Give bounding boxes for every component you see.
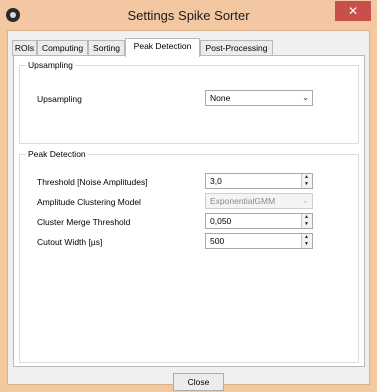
peak-detection-panel: Upsampling Upsampling None ⌄ Peak Detect… <box>13 55 365 367</box>
tab-rois[interactable]: ROIs <box>12 40 37 56</box>
spinner-arrows-icon[interactable]: ▲ ▼ <box>301 234 312 248</box>
chevron-down-icon: ⌄ <box>302 196 309 205</box>
threshold-value: 3,0 <box>210 176 222 186</box>
clustering-model-dropdown[interactable]: ExponentialGMM ⌄ <box>205 193 313 209</box>
spinner-arrows-icon[interactable]: ▲ ▼ <box>301 174 312 188</box>
cutout-width-value: 500 <box>210 236 225 246</box>
tab-peak-detection[interactable]: Peak Detection <box>125 38 200 57</box>
merge-threshold-spinner[interactable]: 0,050 ▲ ▼ <box>205 213 313 229</box>
window-title: Settings Spike Sorter <box>127 8 250 23</box>
upsampling-label: Upsampling <box>37 94 82 104</box>
chevron-down-icon: ⌄ <box>302 93 309 102</box>
cutout-width-label: Cutout Width [µs] <box>37 237 103 247</box>
merge-threshold-value: 0,050 <box>210 216 232 226</box>
threshold-spinner[interactable]: 3,0 ▲ ▼ <box>205 173 313 189</box>
settings-window: Settings Spike Sorter ✕ ROIs Computing S… <box>0 0 377 392</box>
close-button[interactable]: Close <box>173 373 224 391</box>
merge-threshold-label: Cluster Merge Threshold <box>37 217 131 227</box>
window-close-button[interactable]: ✕ <box>335 1 371 21</box>
tab-computing[interactable]: Computing <box>37 40 88 56</box>
title-bar[interactable]: Settings Spike Sorter ✕ <box>0 0 377 30</box>
tab-sorting[interactable]: Sorting <box>88 40 125 56</box>
upsampling-group: Upsampling Upsampling None ⌄ <box>19 60 359 144</box>
peak-detection-group: Peak Detection Threshold [Noise Amplitud… <box>19 149 359 363</box>
upsampling-group-title: Upsampling <box>26 60 75 70</box>
threshold-label: Threshold [Noise Amplitudes] <box>37 177 148 187</box>
clustering-model-label: Amplitude Clustering Model <box>37 197 141 207</box>
spinner-arrows-icon[interactable]: ▲ ▼ <box>301 214 312 228</box>
tab-post-processing[interactable]: Post-Processing <box>200 40 273 56</box>
upsampling-value: None <box>210 93 231 103</box>
dialog-client-area: ROIs Computing Sorting Peak Detection Po… <box>7 30 370 391</box>
cutout-width-spinner[interactable]: 500 ▲ ▼ <box>205 233 313 249</box>
peak-detection-group-title: Peak Detection <box>26 149 88 159</box>
clustering-model-value: ExponentialGMM <box>210 196 276 206</box>
upsampling-dropdown[interactable]: None ⌄ <box>205 90 313 106</box>
